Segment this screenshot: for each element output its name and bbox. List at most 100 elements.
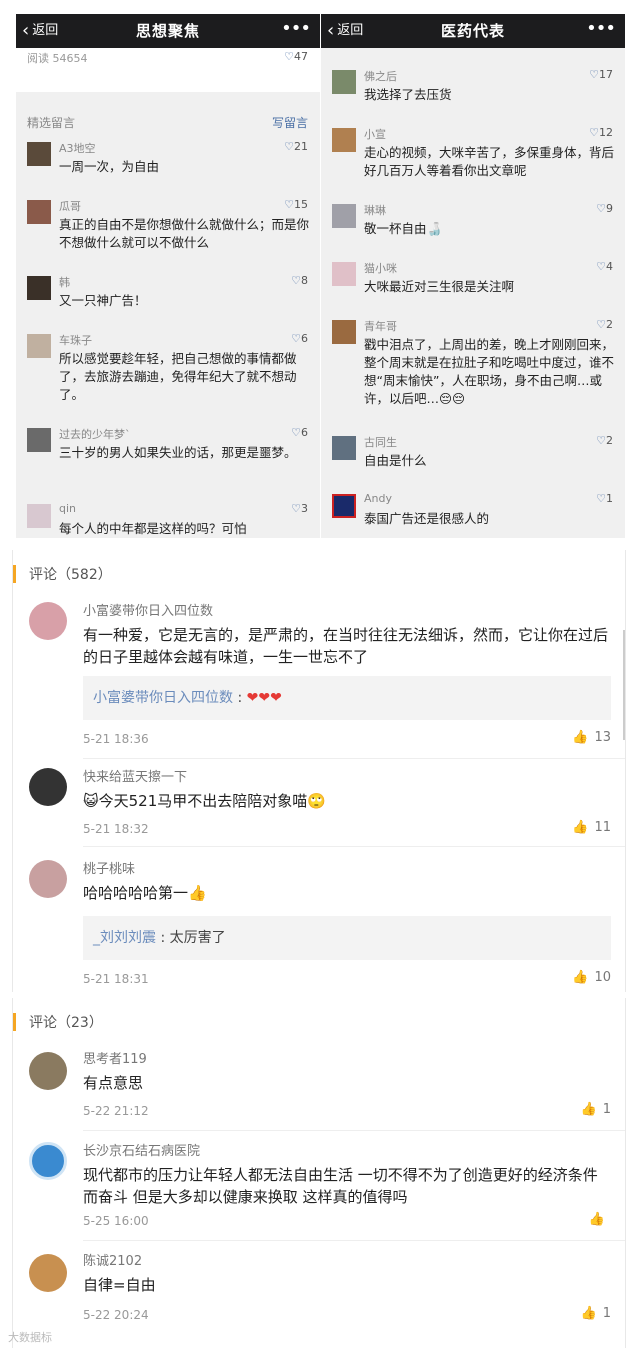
heart-outline-icon: ♡ bbox=[596, 492, 606, 505]
comment-like-button[interactable]: ♡8 bbox=[291, 274, 308, 287]
comment-like-button[interactable]: ♡12 bbox=[589, 126, 613, 139]
comment-like-count: 11 bbox=[594, 820, 611, 835]
comment-text: 有一种爱，它是无言的，是严肃的，在当时往往无法细诉，然而，它让你在过后的日子里越… bbox=[83, 626, 609, 666]
reply-author: 小富婆带你日入四位数 bbox=[93, 690, 233, 706]
comment-like-button[interactable]: ♡17 bbox=[589, 68, 613, 81]
avatar bbox=[29, 602, 67, 640]
page-title: 思想聚焦 bbox=[135, 22, 200, 40]
comment-like-button[interactable]: 👍 1 bbox=[581, 1102, 611, 1117]
comment-text: 自律=自由 bbox=[83, 1276, 156, 1294]
comment-like-button[interactable]: 👍 13 bbox=[572, 730, 611, 745]
article-like-count: 47 bbox=[294, 50, 308, 63]
comment-like-count: 12 bbox=[599, 126, 613, 139]
avatar bbox=[29, 768, 67, 806]
divider bbox=[83, 846, 625, 847]
comment-text: 真正的自由不是你想做什么就做什么；而是你不想做什么就可以不做什么 bbox=[59, 217, 310, 250]
author-reply: _刘刘刘震 : 太厉害了 bbox=[83, 916, 611, 960]
comment-text: 泰国广告还是很感人的 bbox=[364, 511, 490, 526]
comment-like-button[interactable]: 👍 10 bbox=[572, 970, 611, 985]
avatar bbox=[332, 320, 356, 344]
divider bbox=[83, 1130, 625, 1131]
avatar bbox=[27, 276, 51, 300]
page-title: 医药代表 bbox=[440, 22, 505, 40]
comment-author: 长沙京石结石病医院 bbox=[83, 1144, 201, 1159]
comment-like-count: 2 bbox=[606, 318, 613, 331]
comment-author: 佛之后 bbox=[364, 70, 397, 83]
comment-like-button[interactable]: 👍 bbox=[589, 1212, 611, 1227]
write-comment-link[interactable]: 写留言 bbox=[272, 114, 308, 131]
read-count: 阅读 54654 bbox=[27, 52, 88, 65]
more-button[interactable]: ••• bbox=[281, 14, 311, 44]
comment-author: 快来给蓝天擦一下 bbox=[83, 770, 188, 785]
read-stats-bar: 阅读 54654 ♡47 bbox=[16, 48, 320, 92]
comment-text: 大咪最近对三生很是关注啊 bbox=[364, 279, 515, 294]
comment-like-button[interactable]: ♡2 bbox=[596, 434, 613, 447]
reply-separator: : bbox=[237, 690, 247, 706]
scrollbar[interactable] bbox=[623, 630, 625, 740]
comment-author: 车珠子 bbox=[59, 334, 92, 347]
comment-text: 所以感觉要趁年轻，把自己想做的事情都做了，去旅游去蹦迪，免得年纪大了就不想动了。 bbox=[59, 351, 297, 402]
heart-outline-icon: ♡ bbox=[596, 260, 606, 273]
comment-like-count: 4 bbox=[606, 260, 613, 273]
selected-comments-label: 精选留言 bbox=[27, 116, 76, 130]
comment-like-count: 6 bbox=[301, 332, 308, 345]
article-like-button[interactable]: ♡47 bbox=[284, 50, 308, 63]
comment-author: 琳琳 bbox=[364, 204, 386, 217]
avatar bbox=[332, 128, 356, 152]
comment-author: 青年哥 bbox=[364, 320, 397, 333]
author-reply: 小富婆带你日入四位数 : ❤❤❤ bbox=[83, 676, 611, 720]
comment-text: 😺今天521马甲不出去陪陪对象喵🙄 bbox=[83, 792, 326, 810]
avatar bbox=[27, 334, 51, 358]
thumb-up-icon: 👍 bbox=[580, 1102, 597, 1117]
heart-outline-icon: ♡ bbox=[284, 140, 294, 153]
comment-text: 自由是什么 bbox=[364, 453, 427, 468]
thumb-up-icon: 👍 bbox=[580, 1306, 597, 1321]
reply-author: _刘刘刘震 bbox=[93, 930, 156, 946]
comment-like-count: 6 bbox=[301, 426, 308, 439]
comment-like-button[interactable]: ♡6 bbox=[291, 332, 308, 345]
comment-like-button[interactable]: ♡15 bbox=[284, 198, 308, 211]
comment-text: 三十岁的男人如果失业的话，那更是噩梦。 bbox=[59, 445, 297, 460]
comment-like-count: 13 bbox=[594, 730, 611, 745]
comment-time: 5-22 21:12 bbox=[83, 1104, 149, 1118]
avatar bbox=[332, 494, 356, 518]
navbar: ‹ 返回 医药代表 ••• bbox=[321, 14, 625, 48]
thumb-up-icon: 👍 bbox=[588, 1212, 605, 1227]
comment-like-button[interactable]: ♡9 bbox=[596, 202, 613, 215]
avatar bbox=[29, 860, 67, 898]
comment-text: 有点意思 bbox=[83, 1074, 144, 1092]
comments-header: 评论（23） bbox=[13, 998, 625, 1038]
comments-card: 评论（582） 小富婆带你日入四位数 有一种爱，它是无言的，是严肃的，在当时往往… bbox=[12, 550, 626, 992]
comment-like-button[interactable]: ♡6 bbox=[291, 426, 308, 439]
more-button[interactable]: ••• bbox=[586, 14, 616, 44]
comment-text: 哈哈哈哈哈第一👍 bbox=[83, 884, 207, 902]
heart-outline-icon: ♡ bbox=[596, 434, 606, 447]
heart-outline-icon: ♡ bbox=[596, 202, 606, 215]
thumb-up-icon: 👍 bbox=[572, 730, 589, 745]
heart-outline-icon: ♡ bbox=[284, 198, 294, 211]
comment-like-button[interactable]: ♡2 bbox=[596, 318, 613, 331]
comment-time: 5-21 18:32 bbox=[83, 822, 149, 836]
comment-like-button[interactable]: ♡4 bbox=[596, 260, 613, 273]
reply-separator: : bbox=[160, 930, 170, 946]
avatar bbox=[332, 70, 356, 94]
comment-author: 过去的少年梦` bbox=[59, 428, 131, 441]
avatar bbox=[27, 142, 51, 166]
comment-text: 现代都市的压力让年轻人都无法自由生活 一切不得不为了创造更好的经济条件而奋斗 但… bbox=[83, 1166, 598, 1206]
comment-text: 一周一次，为自由 bbox=[59, 159, 160, 174]
comment-like-button[interactable]: ♡21 bbox=[284, 140, 308, 153]
heart-outline-icon: ♡ bbox=[589, 126, 599, 139]
comment-like-button[interactable]: 👍 1 bbox=[581, 1306, 611, 1321]
reply-text: ❤❤❤ bbox=[246, 690, 282, 706]
comment-like-button[interactable]: 👍 11 bbox=[572, 820, 611, 835]
navbar: ‹ 返回 思想聚焦 ••• bbox=[16, 14, 320, 48]
comment-like-button[interactable]: ♡3 bbox=[291, 502, 308, 515]
heart-outline-icon: ♡ bbox=[589, 68, 599, 81]
comment-time: 5-25 16:00 bbox=[83, 1214, 149, 1228]
avatar bbox=[27, 504, 51, 528]
heart-outline-icon: ♡ bbox=[284, 50, 294, 63]
comment-like-button[interactable]: ♡1 bbox=[596, 492, 613, 505]
avatar bbox=[332, 436, 356, 460]
comment-like-count: 15 bbox=[294, 198, 308, 211]
comment-author: A3地空 bbox=[59, 142, 96, 155]
